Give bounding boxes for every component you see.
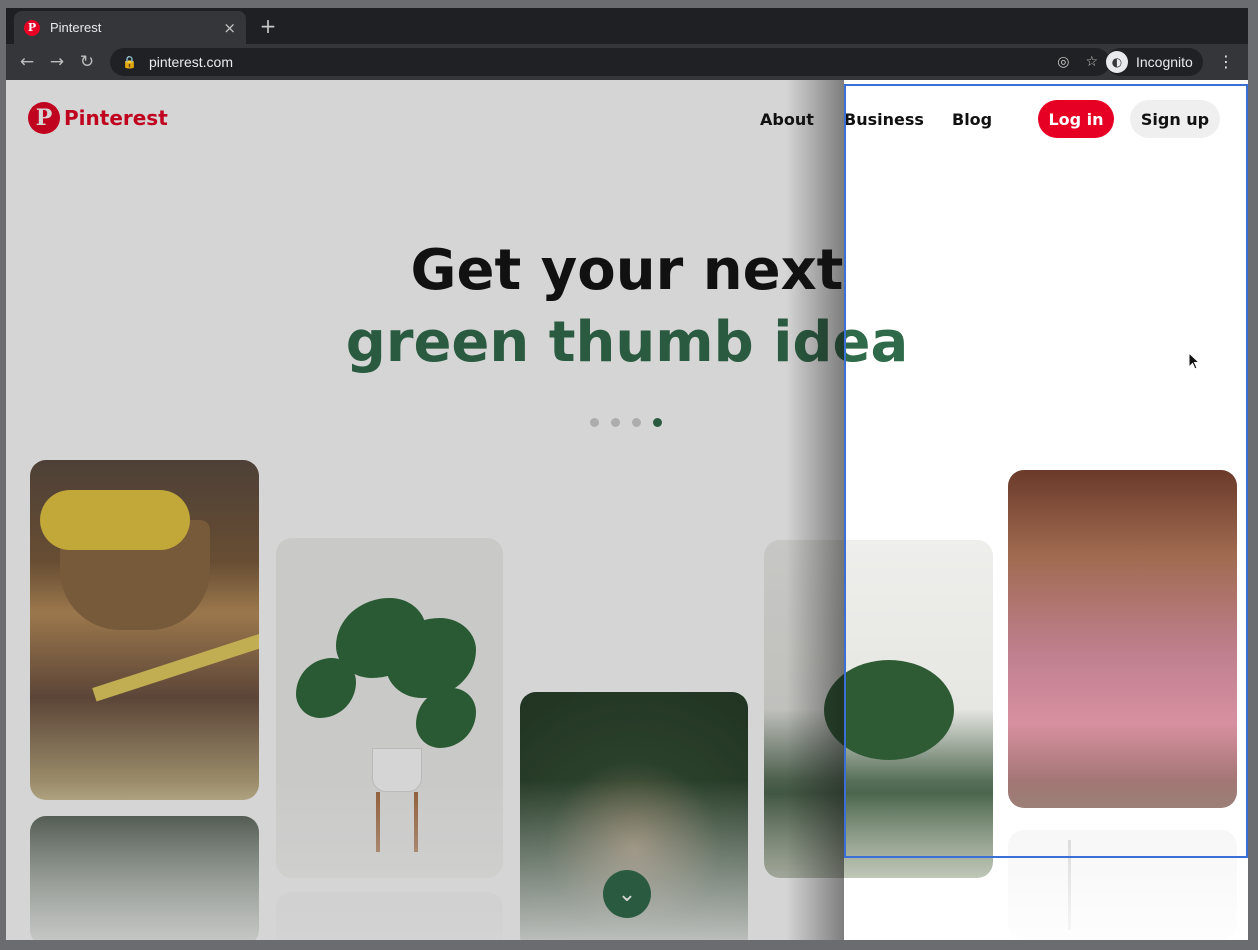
- tab-strip: P Pinterest × +: [6, 8, 1248, 44]
- screenshot-dim-overlay: [6, 80, 844, 940]
- back-arrow-icon[interactable]: ←: [12, 47, 42, 77]
- browser-window: P Pinterest × + ← → ↻ 🔒 pinterest.com ◎ …: [6, 8, 1248, 940]
- forward-arrow-icon[interactable]: →: [42, 47, 72, 77]
- lock-icon: 🔒: [122, 55, 137, 69]
- tab-title: Pinterest: [50, 20, 102, 35]
- browser-toolbar: ← → ↻ 🔒 pinterest.com ◎ ☆ ◐ Incognito ⋮: [6, 44, 1248, 80]
- mouse-cursor-icon: [1188, 352, 1201, 370]
- screenshot-selection-box[interactable]: [844, 84, 1248, 858]
- incognito-icon: ◐: [1106, 51, 1128, 73]
- address-url[interactable]: pinterest.com: [149, 54, 233, 70]
- tab-pinterest[interactable]: P Pinterest ×: [14, 11, 246, 44]
- screen-frame: P Pinterest × + ← → ↻ 🔒 pinterest.com ◎ …: [0, 0, 1258, 950]
- incognito-indicator[interactable]: ◐ Incognito: [1106, 48, 1203, 76]
- new-tab-button[interactable]: +: [256, 14, 280, 38]
- star-icon[interactable]: ☆: [1085, 54, 1098, 70]
- browser-menu-icon[interactable]: ⋮: [1216, 48, 1236, 76]
- dim-edge-shadow: [786, 80, 844, 940]
- address-bar[interactable]: 🔒 pinterest.com ◎ ☆: [110, 48, 1110, 76]
- page-content: P Pinterest About Business Blog Log in S…: [6, 80, 1248, 940]
- pinterest-favicon-icon: P: [24, 19, 40, 36]
- reload-icon[interactable]: ↻: [72, 47, 102, 77]
- eye-off-icon[interactable]: ◎: [1057, 54, 1069, 70]
- incognito-label: Incognito: [1136, 54, 1193, 70]
- tab-close-icon[interactable]: ×: [223, 19, 236, 37]
